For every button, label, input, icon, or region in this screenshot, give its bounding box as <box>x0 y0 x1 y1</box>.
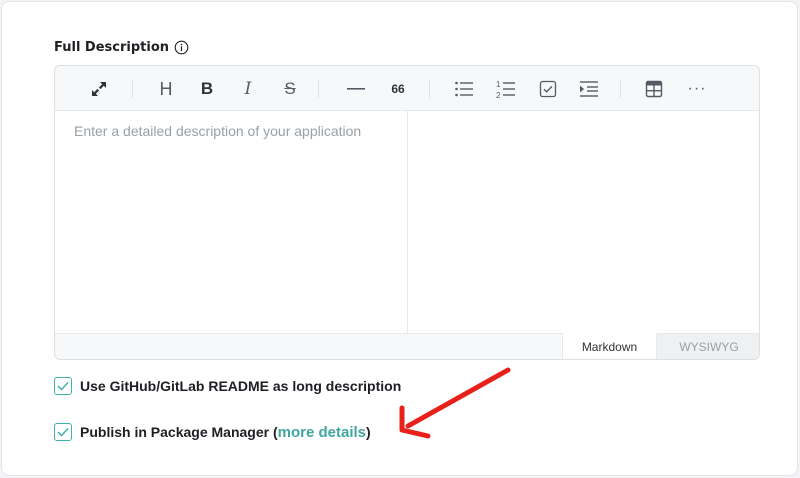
task-list-button[interactable] <box>535 76 561 102</box>
form-card: Full Description H B I S 66 1 2 ··· Ente… <box>1 1 798 476</box>
italic-button[interactable]: I <box>235 76 261 102</box>
editor-preview-pane <box>408 111 759 333</box>
numbered-list-button[interactable]: 1 2 <box>493 76 519 102</box>
more-options-button[interactable]: ··· <box>684 76 710 102</box>
heading-button[interactable]: H <box>153 76 179 102</box>
section-title: Full Description <box>54 40 170 55</box>
editor-mode-bar: Markdown WYSIWYG <box>55 333 759 359</box>
bullet-list-button[interactable] <box>451 76 477 102</box>
quote-button[interactable]: 66 <box>385 76 411 102</box>
checkmark-icon <box>57 427 69 437</box>
checkbox-icon <box>539 80 557 98</box>
publish-label-text: Publish in Package Manager ( <box>80 423 278 440</box>
readme-option-label: Use GitHub/GitLab README as long descrip… <box>80 378 402 394</box>
full-description-label: Full Description <box>54 40 189 55</box>
svg-text:1: 1 <box>496 80 501 89</box>
markdown-editor: H B I S 66 1 2 ··· Enter a detailed desc… <box>54 65 760 360</box>
editor-input-pane <box>55 111 408 333</box>
toolbar-separator <box>318 80 319 98</box>
readme-option: Use GitHub/GitLab README as long descrip… <box>54 377 401 395</box>
publish-option-label: Publish in Package Manager (more details… <box>80 424 371 441</box>
publish-checkbox[interactable] <box>54 423 72 441</box>
horizontal-rule-button[interactable] <box>343 76 369 102</box>
table-button[interactable] <box>641 76 667 102</box>
strikethrough-icon: S <box>284 79 296 98</box>
heading-icon: H <box>159 78 173 99</box>
svg-text:2: 2 <box>496 91 501 99</box>
horizontal-rule-icon <box>347 88 365 90</box>
red-arrow-annotation <box>399 367 511 439</box>
bold-button[interactable]: B <box>194 76 220 102</box>
toolbar-separator <box>429 80 430 98</box>
italic-icon: I <box>244 79 252 99</box>
description-textarea[interactable] <box>55 111 407 333</box>
ellipsis-icon: ··· <box>687 80 707 97</box>
fullscreen-icon[interactable] <box>86 76 112 102</box>
indent-icon <box>580 81 598 97</box>
readme-checkbox[interactable] <box>54 377 72 395</box>
bullet-list-icon <box>455 81 473 97</box>
quote-icon: 66 <box>391 82 405 96</box>
publish-label-suffix: ) <box>366 423 371 440</box>
publish-option: Publish in Package Manager (more details… <box>54 423 371 441</box>
strikethrough-button[interactable]: S <box>277 76 303 102</box>
toolbar-separator <box>132 80 133 98</box>
bold-icon: B <box>200 79 214 98</box>
indent-button[interactable] <box>576 76 602 102</box>
checkmark-icon <box>57 381 69 391</box>
page: Full Description H B I S 66 1 2 ··· Ente… <box>0 0 800 478</box>
info-circle-icon[interactable] <box>174 40 189 55</box>
tab-wysiwyg[interactable]: WYSIWYG <box>657 333 759 359</box>
editor-toolbar: H B I S 66 1 2 ··· <box>55 66 759 111</box>
tab-markdown[interactable]: Markdown <box>562 333 657 359</box>
numbered-list-icon: 1 2 <box>496 80 515 99</box>
toolbar-separator <box>620 80 621 98</box>
more-details-link[interactable]: more details <box>278 424 366 441</box>
table-icon <box>645 80 663 98</box>
